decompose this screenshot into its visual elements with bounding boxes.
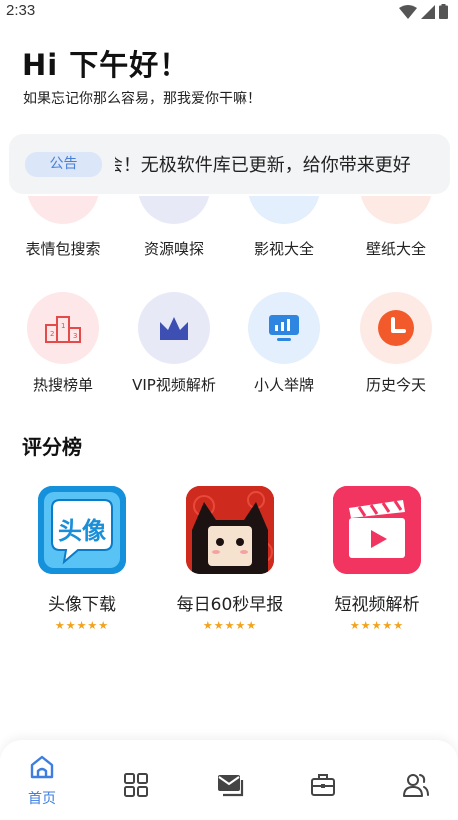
wallpaper-icon (360, 196, 432, 224)
movies-icon (248, 196, 320, 224)
notice-banner[interactable]: 公告 会！ 无极软件库已更新，给你带来更好 (9, 134, 450, 194)
notice-text-body: 无极软件库已更新，给你带来更好 (140, 155, 411, 176)
users-icon (403, 774, 429, 797)
tool-label: 历史今天 (365, 376, 426, 394)
greeting-subtitle: 如果忘记你那么容易，那我爱你干嘛！ (23, 91, 261, 107)
app-card-short-video[interactable]: 短视频解析 ★★★★★ (307, 486, 447, 632)
status-bar: 2:33 (0, 0, 458, 24)
tool-history-today[interactable]: 历史今天 (341, 292, 451, 395)
tool-resource-sniff[interactable]: 资源嗅探 (119, 228, 229, 259)
tool-label: 热搜榜单 (32, 376, 93, 394)
nav-profile[interactable] (386, 772, 446, 802)
tool-vip-video[interactable]: VIP视频解析 (119, 292, 229, 395)
grid-icon (124, 773, 148, 797)
podium-icon: 2 1 3 (27, 292, 99, 364)
sticker-search-icon (27, 196, 99, 224)
mail-icon (218, 775, 244, 797)
avatar-app-icon: 头像 (38, 486, 126, 574)
signboard-icon (248, 292, 320, 364)
greeting-title: Hi 下午好！ (22, 48, 190, 82)
notice-text-head: 会！ (115, 151, 135, 177)
battery-icon (439, 4, 448, 19)
news-cat-app-icon (186, 486, 274, 574)
tool-wallpaper[interactable]: 壁纸大全 (341, 228, 451, 259)
svg-text:2: 2 (50, 330, 54, 338)
clapperboard-app-icon (333, 486, 421, 574)
notice-badge: 公告 (25, 152, 102, 177)
app-name: 短视频解析 (334, 595, 420, 615)
tool-label: 壁纸大全 (365, 240, 426, 258)
briefcase-icon (311, 774, 335, 796)
nav-apps[interactable] (106, 772, 166, 802)
tool-label: 影视大全 (253, 240, 314, 258)
tool-label: 资源嗅探 (143, 240, 204, 258)
tool-signboard[interactable]: 小人举牌 (229, 292, 339, 395)
svg-text:3: 3 (73, 332, 77, 340)
notice-marquee: 会！ 无极软件库已更新，给你带来更好 (115, 134, 450, 194)
app-card-daily-news[interactable]: 每日60秒早报 ★★★★★ (160, 486, 300, 632)
tool-hot-search[interactable]: 2 1 3 热搜榜单 (8, 292, 118, 395)
notice-text: 会！ 无极软件库已更新，给你带来更好 (115, 151, 411, 177)
rating-stars: ★★★★★ (202, 619, 258, 632)
status-icons (399, 4, 448, 19)
resource-sniff-icon (138, 196, 210, 224)
nav-home[interactable]: 首页 (12, 754, 72, 808)
bottom-nav: 首页 (0, 740, 458, 820)
clock-icon (360, 292, 432, 364)
tool-label: 小人举牌 (253, 376, 314, 394)
rating-stars: ★★★★★ (349, 619, 405, 632)
tool-label: 表情包搜索 (25, 240, 101, 258)
tool-movies[interactable]: 影视大全 (229, 228, 339, 259)
nav-toolbox[interactable] (293, 772, 353, 802)
crown-icon (138, 292, 210, 364)
tool-label: VIP视频解析 (132, 376, 216, 394)
app-card-avatar-download[interactable]: 头像 头像下载 ★★★★★ (12, 486, 152, 632)
nav-messages[interactable] (200, 772, 260, 802)
signal-icon (421, 4, 435, 19)
section-title: 评分榜 (22, 435, 82, 459)
tools-row1-icons (0, 196, 458, 226)
home-icon (30, 755, 54, 779)
avatar-icon-text: 头像 (58, 517, 106, 545)
app-name: 每日60秒早报 (176, 595, 284, 615)
nav-home-label: 首页 (28, 791, 56, 807)
tool-sticker-search[interactable]: 表情包搜索 (8, 228, 118, 259)
app-name: 头像下载 (48, 595, 116, 615)
wifi-icon (399, 4, 417, 19)
svg-text:1: 1 (61, 322, 65, 330)
rating-stars: ★★★★★ (54, 619, 110, 632)
status-time: 2:33 (6, 2, 36, 19)
